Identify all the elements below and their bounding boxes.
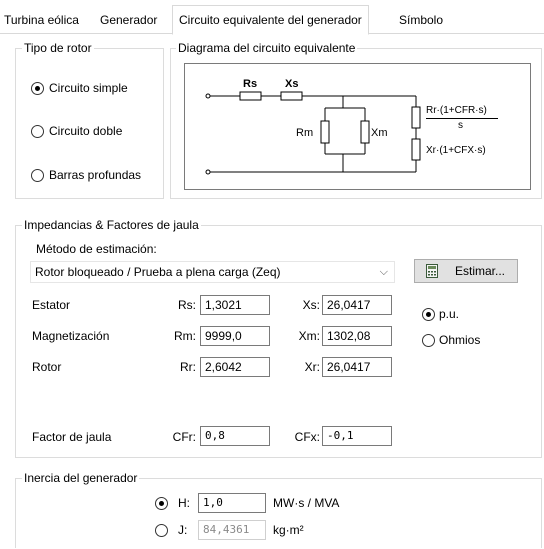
rs-label: Rs — [243, 78, 258, 90]
xr-field-label: Xr: — [304, 360, 320, 374]
xm-field-label: Xm: — [298, 329, 320, 343]
xs-input[interactable]: 26,0417 — [322, 295, 392, 315]
radio-label-circuito-doble: Circuito doble — [49, 124, 123, 138]
impedances-legend: Impedancias & Factores de jaula — [22, 218, 201, 232]
rs-field-label: Rs: — [178, 298, 196, 312]
radio-barras-profundas[interactable] — [31, 169, 44, 182]
row-label-factor-jaula: Factor de jaula — [32, 430, 112, 444]
xm-input[interactable]: 1302,08 — [322, 326, 392, 346]
radio-ohmios[interactable] — [422, 334, 435, 347]
radio-circuito-doble[interactable] — [31, 125, 44, 138]
rotor-type-legend: Tipo de rotor — [22, 41, 94, 55]
tab-generador[interactable]: Generador — [100, 9, 157, 33]
cfx-field-label: CFx: — [294, 430, 320, 444]
circuit-diagram-svg — [205, 91, 421, 175]
tab-simbolo[interactable]: Símbolo — [399, 9, 443, 33]
radio-label-barras-profundas: Barras profundas — [49, 168, 142, 182]
radio-label-pu: p.u. — [439, 307, 460, 321]
tab-bar: Turbina eólica Generador Circuito equiva… — [0, 0, 544, 35]
rm-field-label: Rm: — [174, 329, 196, 343]
inertia-legend: Inercia del generador — [22, 471, 140, 485]
xm-label: Xm — [371, 127, 388, 139]
xr-input[interactable]: 26,0417 — [322, 357, 392, 377]
h-unit: MW·s / MVA — [273, 496, 340, 510]
calculator-icon — [426, 264, 438, 278]
cfr-input[interactable]: 0,8 — [200, 426, 270, 446]
h-field-label: H: — [178, 496, 190, 510]
radio-pu[interactable] — [422, 308, 435, 321]
xs-label: Xs — [285, 78, 299, 90]
method-select[interactable]: Rotor bloqueado / Prueba a plena carga (… — [30, 261, 395, 283]
estimate-button-label: Estimar... — [455, 264, 506, 278]
diagram-legend: Diagrama del circuito equivalente — [176, 41, 358, 55]
tab-turbina-eolica[interactable]: Turbina eólica — [4, 9, 79, 33]
estimate-button[interactable]: Estimar... — [414, 259, 518, 283]
rm-input[interactable]: 9999,0 — [200, 326, 270, 346]
j-field-label: J: — [178, 523, 188, 537]
circuit-diagram: Rs Xs Rm Xm Rr·(1+CFR·s) s Xr·(1+CFX·s) — [184, 63, 531, 190]
xr-label: Xr·(1+CFX·s) — [426, 145, 486, 156]
cfx-input[interactable]: -0,1 — [322, 426, 392, 446]
cfr-field-label: CFr: — [172, 430, 196, 444]
row-label-rotor: Rotor — [32, 360, 62, 374]
row-label-estator: Estator — [32, 298, 71, 312]
rr-numerator: Rr·(1+CFR·s) — [426, 105, 487, 116]
method-select-value: Rotor bloqueado / Prueba a plena carga (… — [35, 265, 281, 279]
j-unit: kg·m² — [273, 523, 304, 537]
method-label: Método de estimación: — [36, 242, 157, 256]
radio-h[interactable] — [155, 497, 168, 510]
row-label-magnetizacion: Magnetización — [32, 329, 110, 343]
radio-label-circuito-simple: Circuito simple — [49, 81, 128, 95]
radio-j[interactable] — [155, 524, 168, 537]
rr-denominator: s — [458, 120, 463, 131]
chevron-down-icon: ⌵ — [379, 266, 388, 278]
radio-circuito-simple[interactable] — [31, 82, 44, 95]
tab-circuito-equivalente[interactable]: Circuito equivalente del generador — [172, 5, 369, 35]
xs-field-label: Xs: — [302, 298, 320, 312]
rr-input[interactable]: 2,6042 — [200, 357, 270, 377]
j-input[interactable]: 84,4361 — [198, 520, 266, 540]
h-input[interactable]: 1,0 — [198, 493, 266, 513]
inertia-group — [15, 478, 542, 548]
rm-label: Rm — [296, 127, 314, 139]
radio-label-ohmios: Ohmios — [439, 333, 481, 347]
rs-input[interactable]: 1,3021 — [200, 295, 270, 315]
rr-field-label: Rr: — [180, 360, 196, 374]
